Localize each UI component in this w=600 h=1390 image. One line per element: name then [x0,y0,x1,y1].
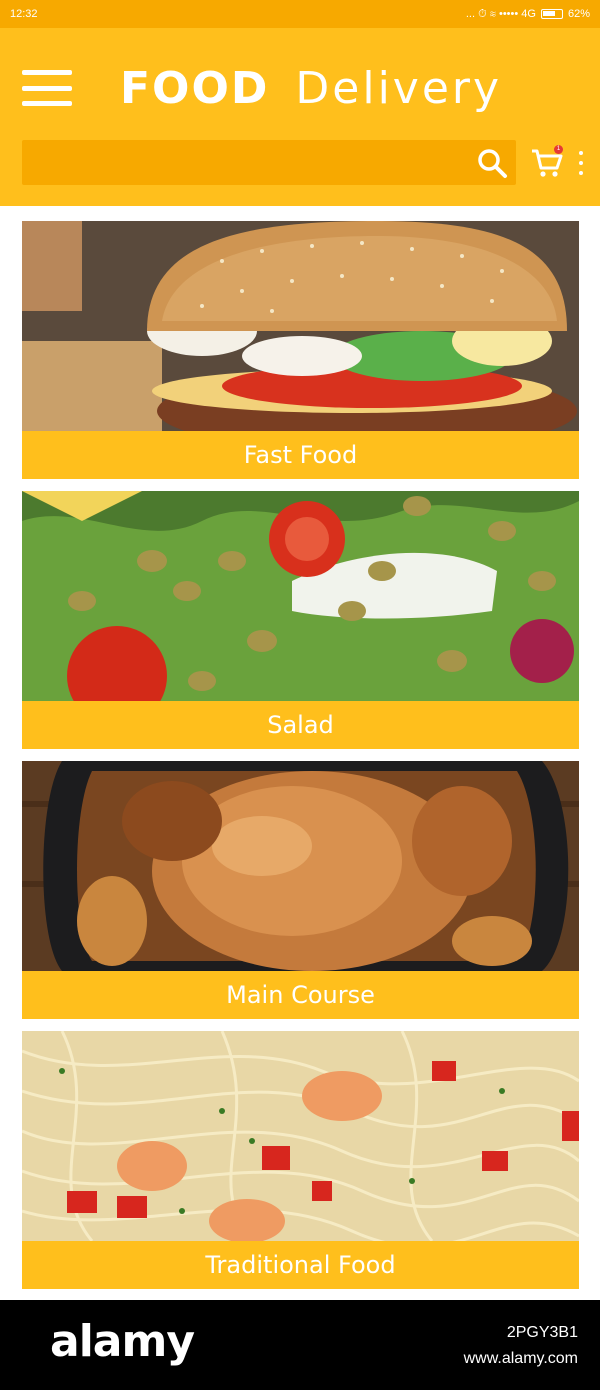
category-label: Salad [22,701,579,749]
status-bar: 12:32 ... ⏱ ≋ ••••• 4G 62% [0,0,600,28]
category-card-salad[interactable]: Salad [22,491,579,749]
category-card-main-course[interactable]: Main Course [22,761,579,1019]
cart-count-badge: 1 [554,145,563,154]
category-card-traditional-food[interactable]: Traditional Food [22,1031,579,1289]
battery-icon [540,9,563,19]
watermark-image-id: 2PGY3B1 [506,1324,578,1341]
watermark-strip: alamy 2PGY3B1 www.alamy.com [0,1300,600,1390]
search-bar [22,140,516,185]
category-label: Main Course [22,971,579,1019]
category-label: Fast Food [22,431,579,479]
status-indicators: ... ⏱ ≋ ••••• 4G 62% [466,8,590,21]
watermark-url: www.alamy.com [463,1350,578,1367]
category-label: Traditional Food [22,1241,579,1289]
burger-image [22,221,579,431]
app-logo: FOOD Delivery [120,58,502,118]
menu-icon[interactable] [22,70,72,106]
salad-image [22,491,579,701]
more-vertical-icon[interactable] [574,148,588,178]
search-input[interactable] [22,140,462,185]
signal-indicators: ... ⏱ ≋ ••••• 4G [465,7,536,20]
search-icon[interactable] [476,147,508,179]
battery-level: 62% [567,8,590,20]
watermark-logo: alamy [50,1316,195,1367]
app-header: FOOD Delivery 1 [0,28,600,206]
status-time: 12:32 [10,8,38,20]
shrimp-pasta-image [22,1031,579,1241]
brand-food: FOOD [120,62,270,114]
brand-delivery: Delivery [295,62,503,114]
roast-chicken-image [22,761,579,971]
category-card-fast-food[interactable]: Fast Food [22,221,579,479]
